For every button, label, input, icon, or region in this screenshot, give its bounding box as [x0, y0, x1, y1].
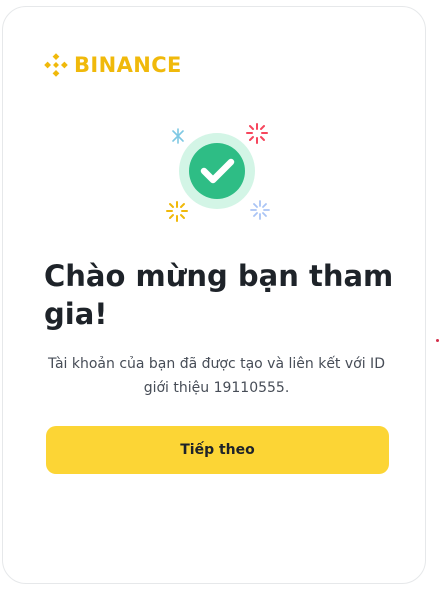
sparkle-yellow-icon: [166, 201, 188, 222]
welcome-title: Chào mừng bạn tham gia!: [44, 259, 394, 331]
sparkle-blue-icon: [172, 128, 184, 144]
success-check-icon: [189, 143, 245, 199]
success-illustration: [166, 123, 270, 222]
binance-logo-icon: [44, 53, 68, 77]
continue-button[interactable]: Tiếp theo: [46, 426, 389, 474]
side-dot: [436, 339, 439, 342]
page: BINANCE Chào mừng bạn tham gia! Tài khoả…: [0, 0, 442, 591]
brand-name: BINANCE: [74, 53, 182, 77]
sparkle-red-icon: [246, 123, 268, 144]
sparkle-periwinkle-icon: [250, 200, 270, 220]
brand-logo: BINANCE: [44, 53, 182, 77]
welcome-message: Tài khoản của bạn đã được tạo và liên kế…: [48, 356, 385, 396]
welcome-card: BINANCE Chào mừng bạn tham gia! Tài khoả…: [2, 6, 426, 584]
